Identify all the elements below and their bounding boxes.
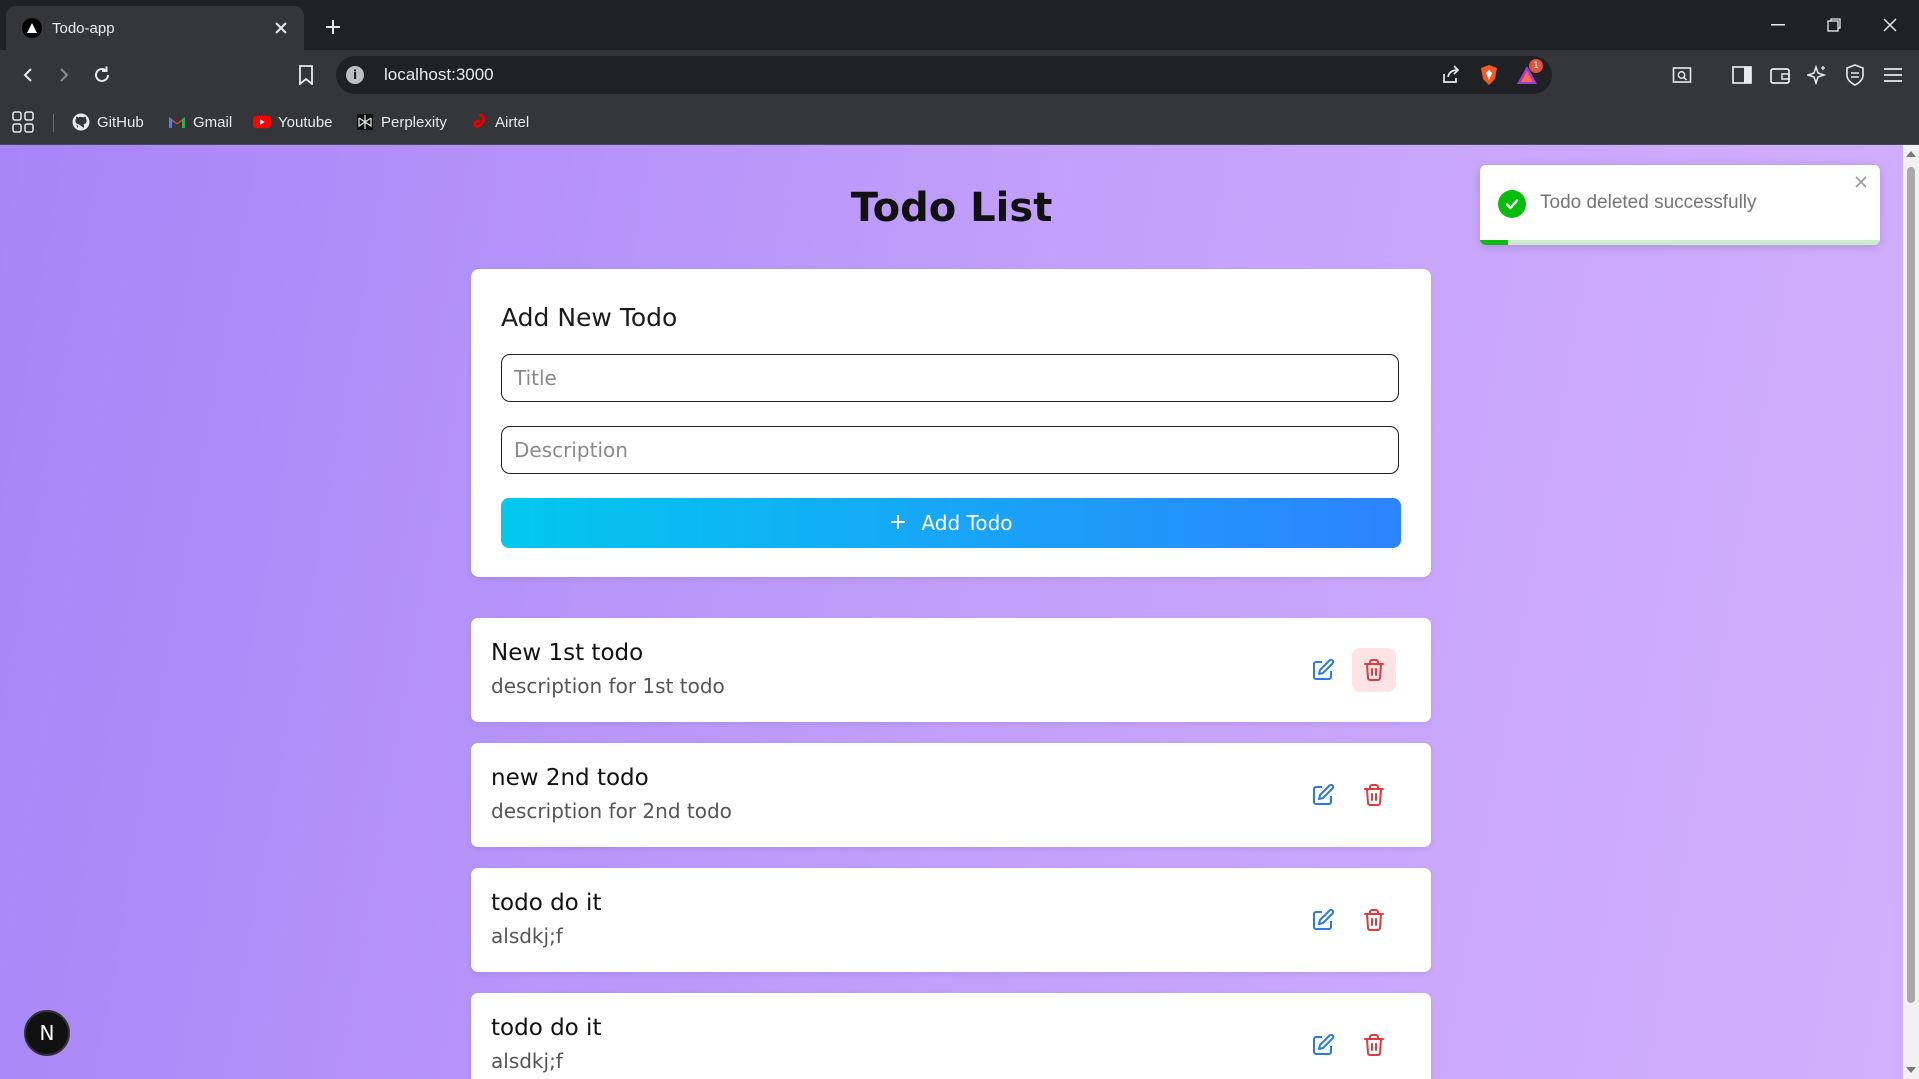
bookmarks-divider bbox=[53, 114, 54, 132]
plus-icon bbox=[889, 511, 907, 535]
title-field[interactable] bbox=[501, 354, 1399, 402]
delete-button[interactable] bbox=[1352, 773, 1396, 817]
notification-badge: 1 bbox=[1529, 59, 1543, 73]
delete-button[interactable] bbox=[1352, 898, 1396, 942]
edit-icon bbox=[1313, 908, 1335, 930]
wallet-icon[interactable] bbox=[1768, 63, 1792, 87]
bookmark-icon[interactable] bbox=[290, 59, 322, 91]
brave-shields-icon[interactable] bbox=[1476, 62, 1502, 88]
reload-icon[interactable] bbox=[86, 59, 118, 91]
scroll-thumb[interactable] bbox=[1907, 167, 1915, 1003]
todo-item: new 2nd todo description for 2nd todo bbox=[471, 743, 1431, 847]
check-circle-icon bbox=[1498, 190, 1526, 218]
tab-strip: Todo-app bbox=[0, 0, 1919, 50]
toast-notification: Todo deleted successfully bbox=[1480, 165, 1880, 245]
edit-button[interactable] bbox=[1301, 773, 1345, 817]
bookmark-airtel[interactable]: Airtel bbox=[470, 110, 529, 134]
tab-title: Todo-app bbox=[52, 19, 115, 37]
share-icon[interactable] bbox=[1438, 62, 1464, 88]
bookmark-label: Perplexity bbox=[381, 113, 447, 131]
back-icon[interactable] bbox=[12, 59, 44, 91]
bookmark-github[interactable]: GitHub bbox=[72, 110, 144, 134]
edit-button[interactable] bbox=[1301, 648, 1345, 692]
browser-toolbar: i localhost:3000 1 bbox=[0, 50, 1919, 100]
restore-icon[interactable] bbox=[1806, 0, 1862, 50]
vpn-shield-icon[interactable] bbox=[1843, 63, 1867, 87]
todo-description: description for 2nd todo bbox=[491, 799, 732, 823]
todo-title: todo do it bbox=[491, 890, 602, 916]
close-window-icon[interactable] bbox=[1862, 0, 1918, 50]
todo-item: todo do it alsdkj;f bbox=[471, 993, 1431, 1079]
add-todo-card: Add New Todo Add Todo bbox=[471, 269, 1431, 577]
description-field[interactable] bbox=[501, 426, 1399, 474]
gmail-icon bbox=[168, 113, 186, 131]
bookmark-label: Youtube bbox=[278, 113, 333, 131]
description-input[interactable] bbox=[512, 437, 1398, 463]
todo-item: New 1st todo description for 1st todo bbox=[471, 618, 1431, 722]
sidebar-icon[interactable] bbox=[1730, 63, 1754, 87]
todo-title: new 2nd todo bbox=[491, 765, 649, 791]
bookmark-gmail[interactable]: Gmail bbox=[168, 110, 232, 134]
tab-close-icon[interactable] bbox=[270, 17, 292, 39]
scroll-up-icon[interactable] bbox=[1906, 151, 1916, 157]
github-icon bbox=[72, 113, 90, 131]
menu-icon[interactable] bbox=[1881, 63, 1905, 87]
toast-progress-track bbox=[1480, 240, 1880, 245]
triangle-favicon-icon bbox=[22, 18, 42, 38]
leo-ai-icon[interactable] bbox=[1805, 63, 1829, 87]
add-todo-label: Add Todo bbox=[921, 511, 1013, 535]
nextjs-dev-badge[interactable]: N bbox=[24, 1010, 70, 1056]
new-tab-icon[interactable] bbox=[318, 12, 348, 42]
add-todo-heading: Add New Todo bbox=[501, 303, 678, 332]
trash-icon bbox=[1364, 1034, 1384, 1056]
todo-item: todo do it alsdkj;f bbox=[471, 868, 1431, 972]
trash-icon bbox=[1364, 784, 1384, 806]
trash-icon bbox=[1364, 909, 1384, 931]
page-viewport: Todo List Add New Todo Add Todo New 1st … bbox=[0, 145, 1903, 1079]
toast-message: Todo deleted successfully bbox=[1540, 192, 1757, 213]
edit-button[interactable] bbox=[1301, 1023, 1345, 1067]
apps-grid-icon[interactable] bbox=[12, 110, 34, 134]
todo-description: description for 1st todo bbox=[491, 674, 725, 698]
trash-icon bbox=[1364, 659, 1384, 681]
bookmark-label: GitHub bbox=[97, 113, 144, 131]
title-input[interactable] bbox=[512, 365, 1398, 391]
delete-button[interactable] bbox=[1352, 648, 1396, 692]
page-scrollbar[interactable] bbox=[1903, 145, 1919, 1079]
todo-title: New 1st todo bbox=[491, 640, 644, 666]
delete-button[interactable] bbox=[1352, 1023, 1396, 1067]
browser-tab[interactable]: Todo-app bbox=[6, 6, 304, 50]
todo-title: todo do it bbox=[491, 1015, 602, 1041]
address-bar[interactable]: i localhost:3000 1 bbox=[336, 56, 1552, 94]
edit-icon bbox=[1313, 658, 1335, 680]
bookmark-perplexity[interactable]: Perplexity bbox=[356, 110, 447, 134]
edit-button[interactable] bbox=[1301, 898, 1345, 942]
add-todo-button[interactable]: Add Todo bbox=[501, 498, 1401, 548]
edit-icon bbox=[1313, 783, 1335, 805]
perplexity-icon bbox=[356, 113, 374, 131]
airtel-icon bbox=[470, 113, 488, 131]
scroll-down-icon[interactable] bbox=[1906, 1067, 1916, 1073]
toast-close-icon[interactable] bbox=[1852, 173, 1870, 191]
edit-icon bbox=[1313, 1033, 1335, 1055]
bookmark-label: Gmail bbox=[193, 113, 233, 131]
forward-icon[interactable] bbox=[48, 59, 80, 91]
todo-description: alsdkj;f bbox=[491, 924, 563, 948]
youtube-icon bbox=[253, 113, 271, 131]
toast-progress-bar bbox=[1480, 240, 1508, 245]
site-info-icon[interactable]: i bbox=[346, 66, 364, 84]
minimize-icon[interactable] bbox=[1750, 0, 1806, 50]
page-search-icon[interactable] bbox=[1670, 63, 1694, 87]
address-url[interactable]: localhost:3000 bbox=[384, 65, 1438, 85]
todo-description: alsdkj;f bbox=[491, 1049, 563, 1073]
brave-rewards-icon[interactable]: 1 bbox=[1514, 59, 1543, 88]
bookmark-label: Airtel bbox=[495, 113, 530, 131]
bookmark-youtube[interactable]: Youtube bbox=[253, 110, 333, 134]
bookmarks-bar: GitHub Gmail Youtube Perplexity Airtel bbox=[0, 100, 1919, 145]
